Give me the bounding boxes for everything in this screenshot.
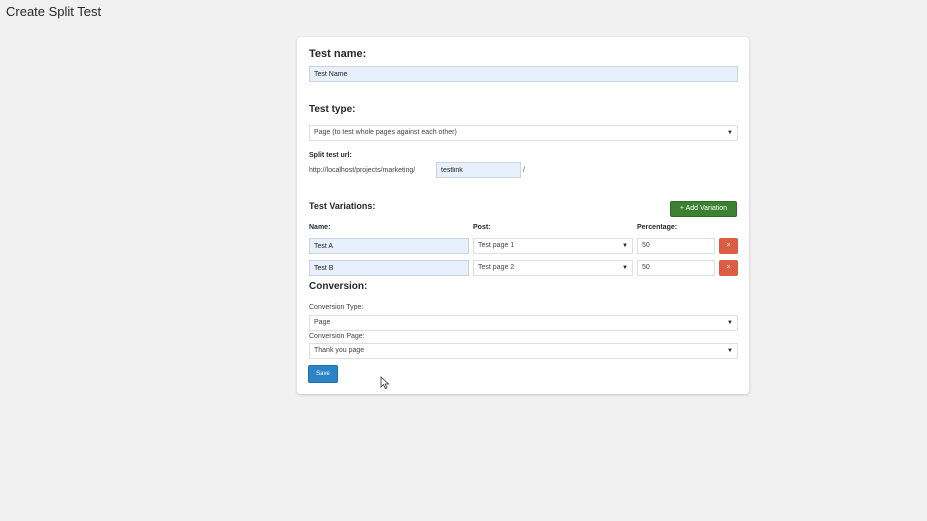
variation-name-input[interactable] <box>309 238 469 254</box>
split-test-form: Test name: Test type: Page (to test whol… <box>297 37 749 394</box>
conversion-type-selected: Page <box>314 319 331 326</box>
col-percentage-header: Percentage: <box>637 224 678 231</box>
chevron-down-icon: ▼ <box>727 130 733 136</box>
conversion-type-label: Conversion Type: <box>309 304 364 311</box>
page-title: Create Split Test <box>6 4 102 19</box>
variation-percentage-input[interactable]: 50 <box>637 238 715 254</box>
test-name-input[interactable] <box>309 66 738 82</box>
col-post-header: Post: <box>473 224 491 231</box>
split-url-label: Split test url: <box>309 152 352 159</box>
test-type-selected: Page (to test whole pages against each o… <box>314 129 457 136</box>
close-icon: × <box>726 242 731 249</box>
variation-post-selected: Test page 2 <box>478 264 515 271</box>
variation-post-select[interactable]: Test page 2 ▼ <box>473 260 633 276</box>
close-icon: × <box>726 264 731 271</box>
variation-post-selected: Test page 1 <box>478 242 515 249</box>
variation-name-input[interactable] <box>309 260 469 276</box>
col-name-header: Name: <box>309 224 331 231</box>
split-url-prefix: http://localhost/projects/marketing/ <box>309 167 416 174</box>
variations-heading: Test Variations: <box>309 201 376 211</box>
split-url-slug-input[interactable] <box>436 162 521 178</box>
chevron-down-icon: ▼ <box>727 320 733 326</box>
split-url-suffix: / <box>523 167 525 174</box>
chevron-down-icon: ▼ <box>727 348 733 354</box>
add-variation-button[interactable]: + Add Variation <box>670 201 737 217</box>
variation-post-select[interactable]: Test page 1 ▼ <box>473 238 633 254</box>
delete-variation-button[interactable]: × <box>719 238 738 254</box>
save-button[interactable]: Save <box>308 365 338 383</box>
test-type-heading: Test type: <box>309 104 356 115</box>
test-name-heading: Test name: <box>309 48 367 60</box>
delete-variation-button[interactable]: × <box>719 260 738 276</box>
variation-percentage-input[interactable]: 50 <box>637 260 715 276</box>
conversion-page-select[interactable]: Thank you page ▼ <box>309 343 738 359</box>
chevron-down-icon: ▼ <box>622 265 628 271</box>
conversion-page-selected: Thank you page <box>314 347 365 354</box>
chevron-down-icon: ▼ <box>622 243 628 249</box>
conversion-heading: Conversion: <box>309 281 368 292</box>
conversion-page-label: Conversion Page: <box>309 333 365 340</box>
conversion-type-select[interactable]: Page ▼ <box>309 315 738 331</box>
mouse-pointer-icon <box>380 376 390 390</box>
test-type-select[interactable]: Page (to test whole pages against each o… <box>309 125 738 141</box>
